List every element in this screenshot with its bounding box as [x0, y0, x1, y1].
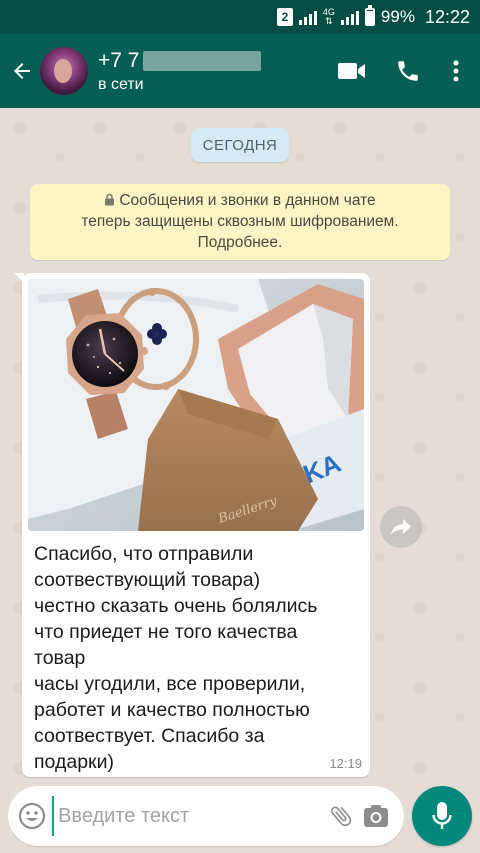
notice-line-1: Сообщения и звонки в данном чате — [119, 192, 376, 209]
message-composer — [8, 786, 404, 846]
phone-icon — [398, 61, 418, 81]
message-line: соотвествует. Спасибо за — [34, 725, 265, 747]
emoji-button[interactable] — [12, 786, 52, 846]
contact-info[interactable]: +7 7 в сети — [98, 49, 324, 94]
network-type-icon: 4G ⇅ — [322, 7, 335, 26]
lock-icon — [105, 193, 115, 206]
message-line: работет и качество полностью — [34, 699, 310, 721]
sim-badge: 2 — [276, 8, 293, 26]
incoming-message[interactable]: KA Baellerry Спасибо, что отправили соот… — [14, 273, 370, 777]
avatar[interactable] — [40, 47, 88, 95]
back-arrow-icon — [14, 63, 30, 79]
more-vert-icon — [453, 60, 459, 82]
camera-button[interactable] — [359, 786, 394, 846]
redacted-number — [143, 50, 262, 71]
status-bar: 2 4G ⇅ 99% 12:22 — [0, 0, 480, 34]
voice-message-button[interactable] — [412, 786, 472, 846]
notice-line-2: теперь защищены сквозным шифрованием. — [81, 213, 399, 230]
battery-level: 99% — [380, 7, 415, 26]
camera-icon — [364, 805, 389, 827]
attach-button[interactable] — [323, 786, 358, 846]
message-input[interactable] — [52, 796, 324, 836]
chat-area[interactable]: СЕГОДНЯ Сообщения и звонки в данном чате… — [0, 108, 480, 783]
video-call-button[interactable] — [324, 34, 380, 108]
more-options-button[interactable] — [436, 34, 476, 108]
message-line: Спасибо, что отправили — [34, 543, 254, 565]
forward-button[interactable] — [380, 506, 422, 548]
paperclip-icon — [330, 806, 351, 827]
forward-icon — [391, 519, 411, 535]
emoji-icon — [18, 802, 46, 830]
contact-name-text: +7 7 — [98, 48, 140, 72]
status-time: 12:22 — [424, 6, 470, 27]
watch-photo: KA Baellerry — [28, 279, 364, 531]
voice-call-button[interactable] — [380, 34, 436, 108]
encryption-notice[interactable]: Сообщения и звонки в данном чате теперь … — [30, 184, 450, 260]
message-line: подарки) — [34, 751, 114, 773]
message-photo[interactable]: KA Baellerry — [28, 279, 364, 531]
message-line: часы угодили, все проверили, — [34, 673, 306, 695]
message-line: что приедет не того качества — [34, 621, 298, 643]
message-line: товар — [34, 647, 86, 669]
back-button[interactable] — [2, 34, 42, 108]
message-line: соотвествующий товара) — [34, 569, 261, 591]
microphone-icon — [432, 802, 452, 829]
date-chip: СЕГОДНЯ — [191, 128, 289, 162]
battery-icon — [364, 5, 375, 26]
message-line: честно сказать очень болялись — [34, 595, 318, 617]
message-time: 12:19 — [329, 756, 362, 771]
notice-line-3: Подробнее. — [197, 234, 283, 251]
chat-header: +7 7 в сети — [0, 34, 480, 108]
signal-icon-2 — [340, 9, 359, 25]
message-text: Спасибо, что отправили соотвествующий то… — [34, 541, 364, 775]
contact-name: +7 7 — [98, 49, 324, 73]
contact-status: в сети — [98, 75, 144, 93]
video-call-icon — [338, 63, 365, 79]
signal-icon — [298, 9, 317, 25]
